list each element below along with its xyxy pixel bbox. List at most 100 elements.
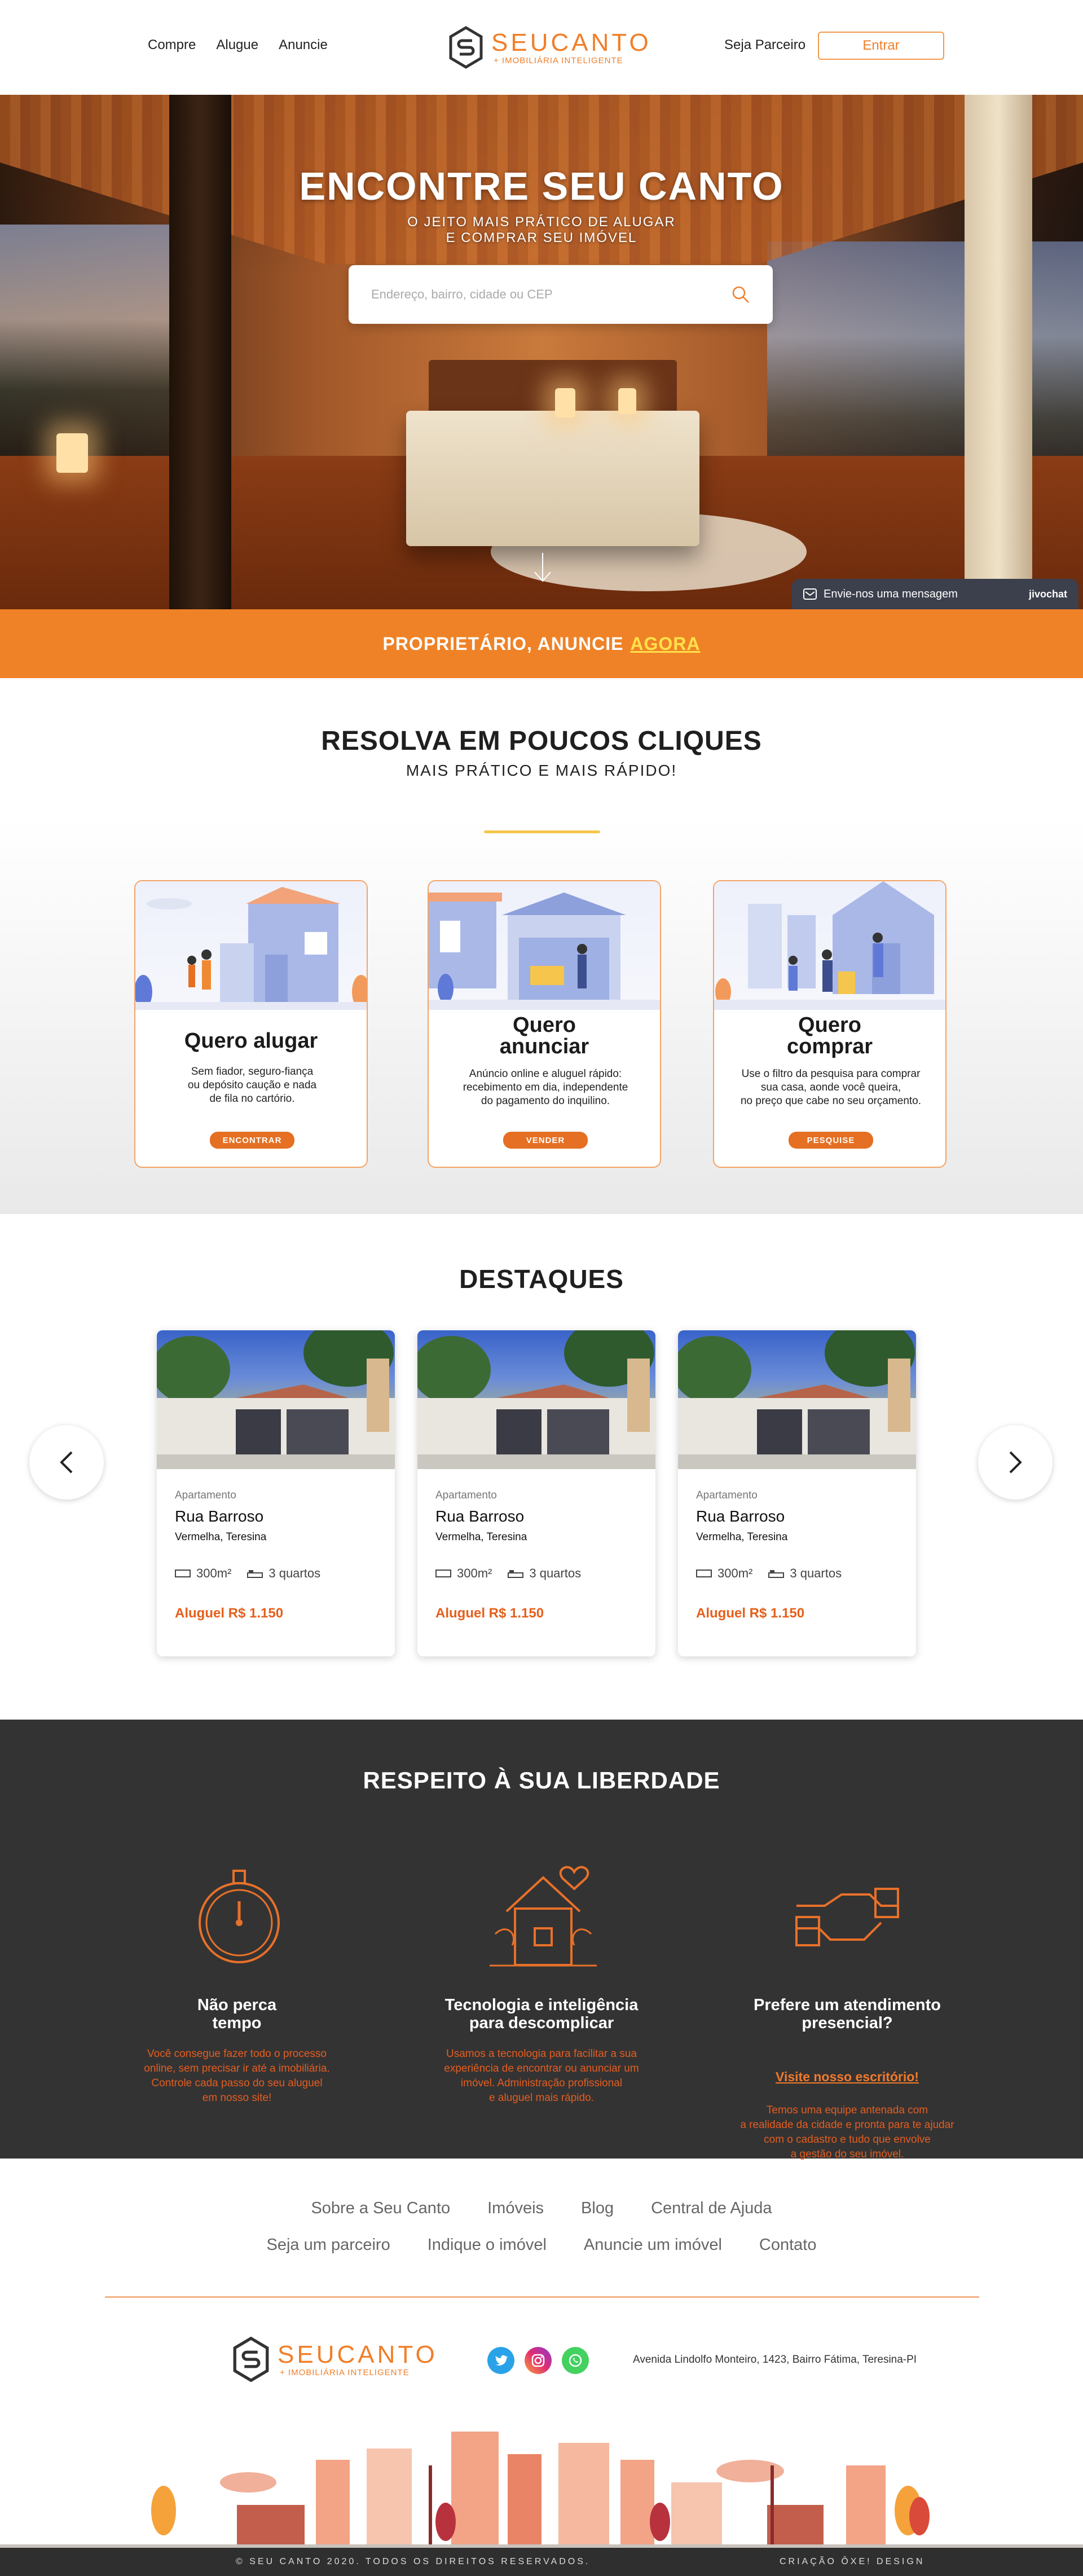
- footer-link-advertise[interactable]: Anuncie um imóvel: [584, 2236, 722, 2254]
- property-street: Rua Barroso: [435, 1507, 525, 1525]
- card-text-line: de fila no cartório.: [209, 1093, 295, 1105]
- search-icon[interactable]: [731, 285, 750, 304]
- footer-link-contact[interactable]: Contato: [759, 2236, 817, 2254]
- sell-button[interactable]: VENDER: [503, 1132, 588, 1149]
- scroll-down-icon[interactable]: [531, 551, 554, 584]
- footer-link-help[interactable]: Central de Ajuda: [651, 2199, 772, 2218]
- property-price: Aluguel R$ 1.150: [175, 1606, 284, 1621]
- bed-icon: [768, 1570, 785, 1578]
- logo-tagline: + IMOBILIÁRIA INTELIGENTE: [280, 2367, 410, 2377]
- property-neighborhood: Vermelha, Teresina: [175, 1531, 267, 1543]
- card-title-line: anunciar: [499, 1035, 589, 1058]
- rooms-value: 3 quartos: [790, 1566, 842, 1580]
- partner-link[interactable]: Seja Parceiro: [724, 37, 805, 53]
- carousel-prev-button[interactable]: [29, 1425, 104, 1500]
- rooms-feature: 3 quartos: [768, 1566, 842, 1581]
- search-properties-button[interactable]: PESQUISE: [789, 1132, 873, 1149]
- rooms-value: 3 quartos: [529, 1566, 582, 1580]
- find-button[interactable]: ENCONTRAR: [210, 1132, 294, 1149]
- house-illustration: [135, 887, 367, 1010]
- footer-logo[interactable]: SEUCANTO + IMOBILIÁRIA INTELIGENTE: [232, 2336, 438, 2383]
- property-neighborhood: Vermelha, Teresina: [696, 1531, 788, 1543]
- search-bar: [349, 265, 773, 324]
- card-title: Quero comprar: [714, 1014, 945, 1057]
- feature-title-line: Prefere um atendimento: [754, 1996, 941, 2014]
- twitter-icon[interactable]: [487, 2347, 514, 2374]
- hero-subtitle-line: E COMPRAR SEU IMÓVEL: [446, 230, 637, 245]
- office-address: Avenida Lindolfo Monteiro, 1423, Bairro …: [633, 2354, 917, 2366]
- rooms-value: 3 quartos: [268, 1566, 321, 1580]
- feature-text-line: com o cadastro e tudo que envolve: [764, 2134, 931, 2146]
- bottom-bar: © SEU CANTO 2020. TODOS OS DIREITOS RESE…: [0, 2548, 1083, 2576]
- property-card[interactable]: Apartamento Rua Barroso Vermelha, Teresi…: [157, 1330, 395, 1656]
- card-text-line: Sem fiador, seguro-fiança: [191, 1066, 314, 1078]
- feature-text-line: Usamos a tecnologia para facilitar a sua: [446, 2048, 637, 2060]
- site-logo[interactable]: SEUCANTO + IMOBILIÁRIA INTELIGENTE: [448, 26, 651, 69]
- footer-link-properties[interactable]: Imóveis: [487, 2199, 544, 2218]
- carousel-next-button[interactable]: [978, 1425, 1053, 1500]
- chat-widget[interactable]: Envie-nos uma mensagem jivochat: [792, 579, 1078, 609]
- section-title: RESOLVA EM POUCOS CLIQUES: [321, 726, 762, 756]
- chevron-left-icon: [60, 1451, 73, 1474]
- nav-alugue[interactable]: Alugue: [216, 37, 258, 53]
- nav-compre[interactable]: Compre: [148, 37, 196, 53]
- login-button[interactable]: Entrar: [818, 32, 944, 60]
- chevron-right-icon: [1009, 1451, 1022, 1474]
- footer-link-partner[interactable]: Seja um parceiro: [267, 2236, 390, 2254]
- area-value: 300m²: [196, 1566, 232, 1580]
- owner-cta-band: PROPRIETÁRIO, ANUNCIE AGORA: [0, 609, 1083, 678]
- hero-lamp: [56, 433, 88, 473]
- values-section: RESPEITO À SUA LIBERDADE Não perca tempo…: [0, 1720, 1083, 2160]
- hero-window-right: [767, 241, 1083, 478]
- ruler-icon: [435, 1570, 451, 1577]
- feature-text: Você consegue fazer todo o processo onli…: [124, 2047, 350, 2105]
- whatsapp-icon[interactable]: [562, 2347, 589, 2374]
- property-type: Apartamento: [175, 1489, 236, 1501]
- search-input[interactable]: [371, 287, 731, 302]
- buy-illustration: [714, 881, 945, 1010]
- property-card[interactable]: Apartamento Rua Barroso Vermelha, Teresi…: [417, 1330, 655, 1656]
- copyright-text: © SEU CANTO 2020. TODOS OS DIREITOS RESE…: [236, 2557, 591, 2566]
- visit-office-link[interactable]: Visite nosso escritório!: [712, 2069, 983, 2085]
- feature-text-line: Temos uma equipe antenada com: [766, 2104, 928, 2116]
- advertise-illustration: [429, 881, 660, 1010]
- steps-section: RESOLVA EM POUCOS CLIQUES MAIS PRÁTICO E…: [0, 678, 1083, 1214]
- owner-cta-link[interactable]: AGORA: [630, 634, 700, 654]
- feature-text-line: imóvel. Administração profissional: [460, 2077, 623, 2089]
- hero-title: ENCONTRE SEU CANTO: [299, 164, 784, 208]
- design-credit[interactable]: CRIAÇÃO ÔXE! DESIGN: [780, 2557, 924, 2567]
- card-rent[interactable]: Quero alugar Sem fiador, seguro-fiança o…: [134, 880, 368, 1168]
- property-photo: [417, 1330, 655, 1469]
- chat-brand: jivochat: [1028, 588, 1067, 600]
- divider: [484, 830, 600, 833]
- property-type: Apartamento: [696, 1489, 758, 1501]
- card-text-line: Use o filtro da pesquisa para comprar: [741, 1068, 921, 1080]
- property-photo: [678, 1330, 916, 1469]
- ruler-icon: [175, 1570, 191, 1577]
- footer-link-blog[interactable]: Blog: [581, 2199, 614, 2218]
- feature-text: Usamos a tecnologia para facilitar a sua…: [429, 2047, 654, 2105]
- property-street: Rua Barroso: [696, 1507, 785, 1525]
- feature-title-line: presencial?: [802, 2014, 893, 2032]
- footer-link-refer[interactable]: Indique o imóvel: [428, 2236, 547, 2254]
- property-card[interactable]: Apartamento Rua Barroso Vermelha, Teresi…: [678, 1330, 916, 1656]
- feature-title: Prefere um atendimento presencial?: [712, 1996, 983, 2032]
- family-illustration: [714, 881, 945, 1010]
- property-photo-art: [157, 1330, 395, 1469]
- smart-house-icon: [490, 1866, 597, 1967]
- feature-title-line: para descomplicar: [469, 2014, 614, 2032]
- logo-name: SEUCANTO: [491, 28, 651, 56]
- property-photo-art: [417, 1330, 655, 1469]
- card-buy[interactable]: Quero comprar Use o filtro da pesquisa p…: [713, 880, 946, 1168]
- chat-label: Envie-nos uma mensagem: [824, 587, 958, 600]
- area-feature: 300m²: [175, 1566, 231, 1581]
- bed-icon: [508, 1570, 524, 1578]
- footer-link-about[interactable]: Sobre a Seu Canto: [311, 2199, 450, 2218]
- instagram-icon[interactable]: [525, 2347, 552, 2374]
- rent-illustration: [135, 881, 367, 1010]
- card-advertise[interactable]: Quero anunciar Anúncio online e aluguel …: [428, 880, 661, 1168]
- card-title-line: Quero: [513, 1013, 576, 1037]
- nav-anuncie[interactable]: Anuncie: [279, 37, 328, 53]
- area-feature: 300m²: [696, 1566, 752, 1581]
- footer-divider: [105, 2296, 979, 2298]
